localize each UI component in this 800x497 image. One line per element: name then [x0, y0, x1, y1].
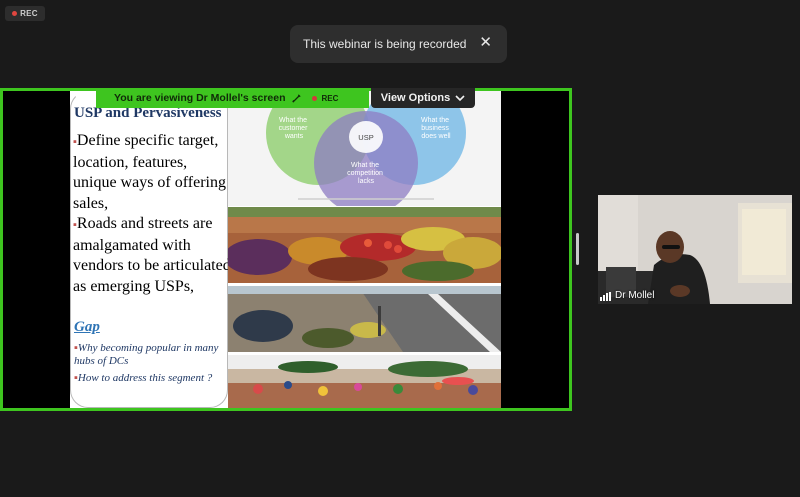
bullet-text: Roads and streets are amalgamated with v… [73, 215, 231, 295]
screen-share-banner: You are viewing Dr Mollel's screen REC [96, 88, 369, 108]
usp-venn-diagram: What the customer wants What the busines… [228, 91, 501, 206]
view-options-button[interactable]: View Options [371, 88, 475, 108]
slide-bullet-list: ▪Define specific target, location, featu… [73, 131, 233, 297]
bullet-text: Define specific target, location, featur… [73, 132, 226, 212]
produce-market-photo [228, 207, 501, 283]
annotate-icon[interactable] [291, 93, 302, 104]
banner-recording-label: REC [321, 93, 339, 103]
screen-share-text: You are viewing Dr Mollel's screen [114, 92, 286, 104]
banner-recording-dot-icon [311, 95, 317, 101]
shared-slide: USP and Pervasiveness ▪Define specific t… [70, 91, 501, 408]
panel-resize-handle[interactable] [576, 233, 579, 265]
meeting-stage: REC This webinar is being recorded ✕ USP… [0, 0, 800, 497]
participant-video-feed [598, 195, 792, 304]
close-icon[interactable]: ✕ [479, 35, 492, 51]
list-item: ▪How to address this segment ? [74, 372, 232, 385]
list-item: ▪Define specific target, location, featu… [73, 131, 233, 214]
chevron-down-icon [455, 94, 465, 101]
bullet-text: Why becoming popular in many hubs of DCs [74, 342, 219, 367]
list-item: ▪Roads and streets are amalgamated with … [73, 214, 233, 297]
recording-badge: REC [5, 6, 45, 21]
business-does-well-label: What the [421, 117, 449, 124]
gap-bullet-list: ▪Why becoming popular in many hubs of DC… [74, 342, 232, 385]
view-options-label: View Options [380, 92, 451, 104]
participant-name-tag: Dr Mollel [600, 290, 654, 301]
recording-notification-text: This webinar is being recorded [303, 37, 467, 51]
recording-dot-icon [12, 11, 18, 16]
roadside-vendors-photo [228, 286, 501, 352]
signal-strength-icon [600, 292, 611, 301]
bullet-text: How to address this segment ? [77, 372, 213, 384]
usp-center-label: USP [358, 133, 373, 142]
recording-label: REC [20, 9, 38, 18]
svg-text:What the business: What the business does well [421, 117, 451, 140]
recording-notification: This webinar is being recorded ✕ [290, 25, 507, 63]
competition-lacks-label: What the [351, 162, 379, 169]
busy-market-photo [228, 355, 501, 408]
participant-name: Dr Mollel [615, 290, 655, 301]
list-item: ▪Why becoming popular in many hubs of DC… [74, 342, 232, 368]
participant-video-tile[interactable]: Dr Mollel [598, 195, 792, 304]
gap-heading: Gap [74, 319, 100, 335]
customer-wants-label: What the [279, 117, 307, 124]
